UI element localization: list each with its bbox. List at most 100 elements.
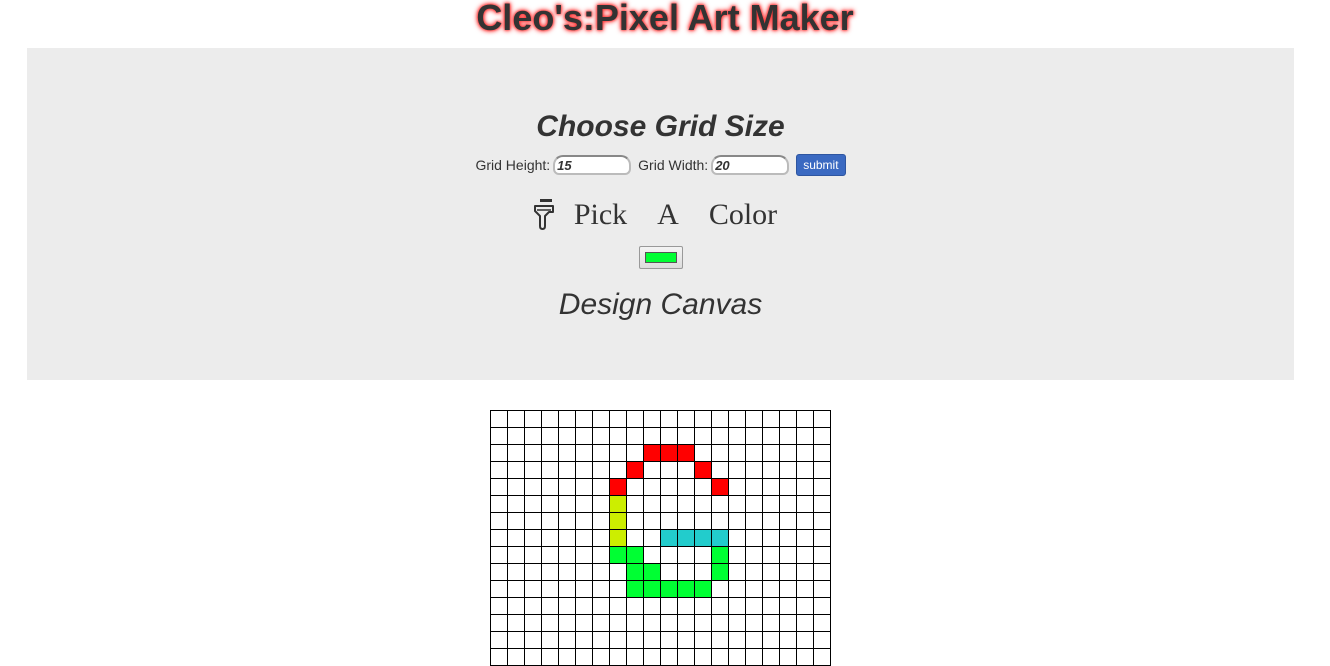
pixel-cell[interactable]	[711, 410, 729, 428]
pixel-cell[interactable]	[677, 563, 695, 581]
pixel-cell[interactable]	[711, 597, 729, 615]
submit-button[interactable]: submit	[796, 154, 846, 176]
pixel-cell[interactable]	[626, 631, 644, 649]
pixel-cell[interactable]	[728, 410, 746, 428]
grid-height-input[interactable]	[553, 155, 632, 175]
pixel-cell[interactable]	[609, 478, 627, 496]
pixel-cell[interactable]	[796, 478, 814, 496]
pixel-cell[interactable]	[541, 597, 559, 615]
pixel-cell[interactable]	[490, 631, 508, 649]
pixel-cell[interactable]	[660, 563, 678, 581]
pixel-cell[interactable]	[728, 495, 746, 513]
pixel-cell[interactable]	[558, 631, 576, 649]
pixel-cell[interactable]	[660, 597, 678, 615]
pixel-cell[interactable]	[711, 546, 729, 564]
pixel-cell[interactable]	[609, 631, 627, 649]
pixel-cell[interactable]	[524, 495, 542, 513]
pixel-cell[interactable]	[779, 648, 797, 666]
pixel-cell[interactable]	[558, 461, 576, 479]
pixel-cell[interactable]	[660, 478, 678, 496]
pixel-cell[interactable]	[711, 529, 729, 547]
pixel-cell[interactable]	[507, 580, 525, 598]
pixel-cell[interactable]	[626, 444, 644, 462]
pixel-cell[interactable]	[660, 512, 678, 530]
pixel-cell[interactable]	[575, 580, 593, 598]
pixel-cell[interactable]	[490, 478, 508, 496]
pixel-cell[interactable]	[575, 648, 593, 666]
pixel-cell[interactable]	[728, 631, 746, 649]
pixel-cell[interactable]	[677, 580, 695, 598]
pixel-cell[interactable]	[796, 444, 814, 462]
pixel-cell[interactable]	[779, 529, 797, 547]
pixel-cell[interactable]	[762, 614, 780, 632]
pixel-cell[interactable]	[575, 614, 593, 632]
pixel-cell[interactable]	[541, 427, 559, 445]
pixel-cell[interactable]	[626, 512, 644, 530]
pixel-cell[interactable]	[660, 614, 678, 632]
pixel-cell[interactable]	[660, 648, 678, 666]
pixel-cell[interactable]	[813, 648, 831, 666]
pixel-cell[interactable]	[779, 444, 797, 462]
pixel-cell[interactable]	[558, 529, 576, 547]
pixel-cell[interactable]	[677, 512, 695, 530]
pixel-cell[interactable]	[762, 512, 780, 530]
pixel-cell[interactable]	[796, 495, 814, 513]
pixel-cell[interactable]	[813, 410, 831, 428]
pixel-cell[interactable]	[660, 631, 678, 649]
pixel-cell[interactable]	[609, 648, 627, 666]
pixel-cell[interactable]	[643, 597, 661, 615]
pixel-cell[interactable]	[728, 614, 746, 632]
pixel-cell[interactable]	[745, 512, 763, 530]
pixel-cell[interactable]	[575, 478, 593, 496]
pixel-cell[interactable]	[541, 478, 559, 496]
pixel-cell[interactable]	[575, 512, 593, 530]
pixel-cell[interactable]	[779, 427, 797, 445]
pixel-cell[interactable]	[626, 614, 644, 632]
pixel-cell[interactable]	[524, 580, 542, 598]
pixel-cell[interactable]	[694, 529, 712, 547]
pixel-cell[interactable]	[643, 580, 661, 598]
pixel-cell[interactable]	[660, 410, 678, 428]
pixel-cell[interactable]	[643, 563, 661, 581]
pixel-cell[interactable]	[728, 597, 746, 615]
pixel-cell[interactable]	[541, 563, 559, 581]
pixel-cell[interactable]	[507, 631, 525, 649]
pixel-cell[interactable]	[626, 563, 644, 581]
pixel-cell[interactable]	[643, 529, 661, 547]
pixel-cell[interactable]	[507, 427, 525, 445]
pixel-cell[interactable]	[762, 529, 780, 547]
pixel-cell[interactable]	[524, 614, 542, 632]
pixel-cell[interactable]	[507, 461, 525, 479]
pixel-cell[interactable]	[711, 631, 729, 649]
pixel-cell[interactable]	[507, 495, 525, 513]
pixel-cell[interactable]	[558, 614, 576, 632]
pixel-cell[interactable]	[711, 648, 729, 666]
pixel-cell[interactable]	[609, 529, 627, 547]
pixel-cell[interactable]	[507, 529, 525, 547]
pixel-cell[interactable]	[711, 461, 729, 479]
pixel-cell[interactable]	[609, 546, 627, 564]
pixel-cell[interactable]	[694, 648, 712, 666]
pixel-cell[interactable]	[609, 444, 627, 462]
pixel-cell[interactable]	[660, 529, 678, 547]
pixel-cell[interactable]	[796, 461, 814, 479]
pixel-cell[interactable]	[660, 546, 678, 564]
pixel-cell[interactable]	[694, 512, 712, 530]
pixel-cell[interactable]	[575, 563, 593, 581]
pixel-cell[interactable]	[524, 529, 542, 547]
pixel-cell[interactable]	[745, 546, 763, 564]
grid-width-input[interactable]	[711, 155, 790, 175]
pixel-cell[interactable]	[745, 529, 763, 547]
pixel-cell[interactable]	[490, 461, 508, 479]
pixel-cell[interactable]	[694, 478, 712, 496]
pixel-cell[interactable]	[745, 427, 763, 445]
pixel-cell[interactable]	[558, 410, 576, 428]
pixel-cell[interactable]	[558, 478, 576, 496]
pixel-cell[interactable]	[745, 461, 763, 479]
pixel-cell[interactable]	[643, 461, 661, 479]
pixel-cell[interactable]	[609, 461, 627, 479]
pixel-cell[interactable]	[677, 444, 695, 462]
pixel-cell[interactable]	[677, 478, 695, 496]
pixel-cell[interactable]	[541, 410, 559, 428]
pixel-cell[interactable]	[711, 495, 729, 513]
